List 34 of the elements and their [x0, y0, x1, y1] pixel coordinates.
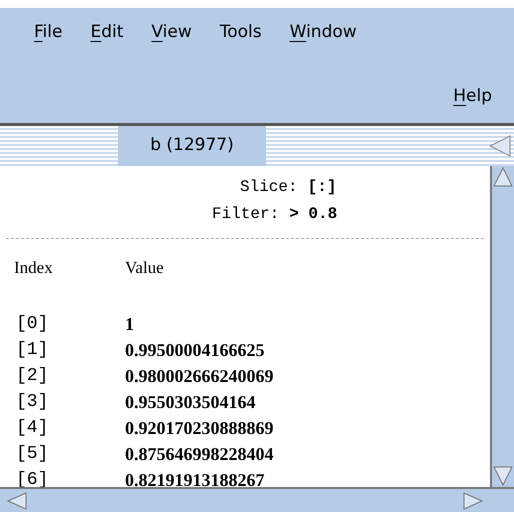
index-cell-text: [0]: [16, 312, 50, 336]
menu-item[interactable]: File: [34, 20, 62, 46]
value-cell-text: 0.99500004166625: [125, 338, 264, 362]
tab[interactable]: b (12977): [118, 126, 266, 166]
left-arrow-icon[interactable]: [488, 134, 512, 158]
filter-value: > 0.8: [289, 204, 338, 225]
value-cell-text: 1: [125, 312, 134, 336]
index-cell-text: [4]: [16, 416, 50, 440]
menu-item[interactable]: Tools: [220, 20, 262, 46]
value-cell-text: 0.9550303504164: [125, 390, 256, 414]
column-header: Value: [125, 257, 164, 279]
left-arrow-icon[interactable]: [6, 490, 28, 510]
column-header: Index: [14, 257, 54, 279]
index-cell-text: [1]: [16, 338, 50, 362]
index-cell-text: [5]: [16, 442, 50, 466]
index-cell-text: [2]: [16, 364, 50, 388]
up-arrow-icon[interactable]: [492, 166, 514, 188]
value-cell-text: 0.980002666240069: [125, 364, 274, 388]
menu-item[interactable]: View: [151, 20, 192, 46]
filter-label: Filter:: [212, 204, 280, 225]
slice-value: [:]: [308, 177, 336, 198]
value-cell-text: 0.920170230888869: [125, 416, 274, 440]
value-cell-text: 0.82191913188267: [125, 468, 264, 492]
right-arrow-icon[interactable]: [462, 490, 484, 510]
down-arrow-icon[interactable]: [492, 465, 514, 487]
value-cell-text: 0.875646998228404: [125, 442, 274, 466]
menu-item[interactable]: Edit: [90, 20, 124, 46]
menu-item[interactable]: Window: [290, 20, 357, 46]
index-cell-text: [6]: [16, 468, 50, 492]
index-cell-text: [3]: [16, 390, 50, 414]
horizontal-scrollbar[interactable]: [0, 487, 514, 512]
slice-label: Slice:: [240, 177, 298, 198]
vertical-scrollbar[interactable]: [490, 166, 514, 487]
menu-item[interactable]: Help: [453, 84, 492, 109]
